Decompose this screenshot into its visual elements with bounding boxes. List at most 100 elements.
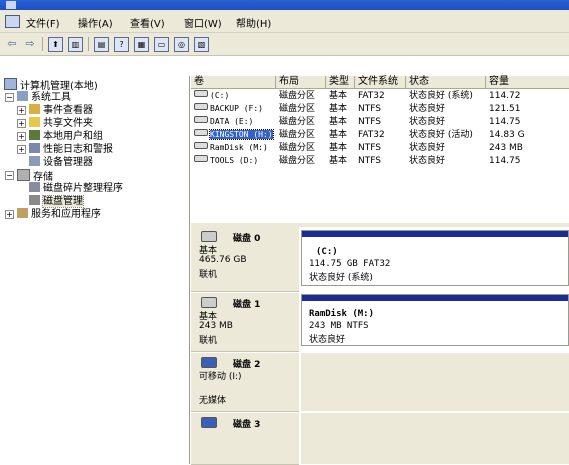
tree-item-event-viewer[interactable]: 事件查看器: [29, 104, 93, 117]
disk-label-3[interactable]: 磁盘 3: [191, 413, 299, 465]
column-header-filesystem[interactable]: 文件系统: [355, 76, 406, 88]
volume-row[interactable]: KINGSTON (H:) 磁盘分区 基本 FAT32 状态良好 (活动) 14…: [191, 129, 569, 141]
tree-item-local-users[interactable]: 本地用户和组: [29, 130, 103, 143]
up-level-icon[interactable]: ⬆: [48, 37, 63, 52]
disk-view-icon[interactable]: ▦: [134, 37, 149, 52]
partition-ramdisk[interactable]: RamDisk (M:) 243 MB NTFS 状态良好: [301, 294, 569, 346]
removable-disk-icon: [201, 417, 217, 428]
menu-help[interactable]: 帮助(H): [236, 15, 271, 30]
tree-item-defrag[interactable]: 磁盘碎片整理程序: [29, 182, 123, 195]
partition-c[interactable]: (C:) 114.75 GB FAT32 状态良好 (系统): [301, 230, 569, 286]
drive-icon: [194, 155, 208, 162]
users-icon: [29, 130, 40, 140]
column-header-volume[interactable]: 卷: [191, 76, 276, 88]
defrag-icon: [29, 182, 40, 192]
volume-row[interactable]: RamDisk (M:) 磁盘分区 基本 NTFS 状态良好 243 MB: [191, 142, 569, 154]
disk-name: 磁盘 1: [233, 300, 261, 310]
volume-row[interactable]: BACKUP (F:) 磁盘分区 基本 NTFS 状态良好 121.51: [191, 103, 569, 115]
toolbar-separator: [42, 37, 43, 51]
computer-management-icon[interactable]: [5, 15, 20, 28]
expand-icon[interactable]: +: [5, 210, 14, 219]
disk-state: 无媒体: [199, 396, 227, 406]
disk-state: 联机: [199, 270, 218, 280]
back-icon[interactable]: ⇦: [4, 36, 20, 52]
drive-icon: [194, 142, 208, 149]
tree-item-shared-folders[interactable]: 共享文件夹: [29, 117, 93, 130]
partition-status: 状态良好: [309, 335, 346, 345]
expand-icon[interactable]: +: [17, 132, 26, 141]
volume-row[interactable]: TOOLS (D:) 磁盘分区 基本 NTFS 状态良好 114.75: [191, 155, 569, 167]
tree-item-device-manager[interactable]: 设备管理器: [29, 156, 93, 169]
tree-pane: 计算机管理(本地) − 系统工具 + 事件查看器 + 共享文件夹 + 本地用户和…: [0, 76, 190, 464]
menu-view[interactable]: 查看(V): [130, 15, 165, 30]
volume-capacity: 114.75: [489, 156, 521, 166]
tree-item-system-tools[interactable]: 系统工具: [17, 91, 71, 104]
shared-folder-icon: [29, 117, 40, 127]
computer-icon: [4, 78, 17, 90]
volume-layout: 磁盘分区: [279, 130, 316, 140]
device-manager-icon: [29, 156, 40, 166]
removable-disk-icon: [201, 357, 217, 368]
disk-label-1[interactable]: 磁盘 1 基本 243 MB 联机: [191, 293, 299, 352]
disk-size: 465.76 GB: [199, 255, 247, 265]
volume-layout: 磁盘分区: [279, 104, 316, 114]
disk-graphic-view: 磁盘 0 基本 465.76 GB 联机 (C:) 114.75 GB FAT3…: [191, 227, 569, 465]
no-media-area: [301, 353, 569, 411]
volume-layout: 磁盘分区: [279, 156, 316, 166]
column-header-status[interactable]: 状态: [406, 76, 486, 88]
volume-filesystem: NTFS: [358, 156, 381, 166]
settings-icon[interactable]: ▧: [194, 37, 209, 52]
disk-size: 243 MB: [199, 321, 233, 331]
expand-icon[interactable]: +: [17, 119, 26, 128]
volume-capacity: 121.51: [489, 104, 521, 114]
volume-name: RamDisk (M:): [210, 143, 268, 152]
volume-name: (C:): [210, 91, 230, 100]
column-header-layout[interactable]: 布局: [276, 76, 326, 88]
tools-icon: [17, 91, 28, 101]
volume-row[interactable]: (C:) 磁盘分区 基本 FAT32 状态良好 (系统) 114.72: [191, 90, 569, 102]
column-header-capacity[interactable]: 容量: [486, 76, 569, 88]
tree-item-disk-management[interactable]: 磁盘管理: [29, 195, 84, 208]
help-icon[interactable]: ?: [114, 37, 129, 52]
volume-capacity: 114.75: [489, 117, 521, 127]
performance-icon: [29, 143, 40, 153]
search-icon[interactable]: ◎: [174, 37, 189, 52]
tree-item-services[interactable]: 服务和应用程序: [17, 208, 101, 221]
volume-capacity: 243 MB: [489, 143, 523, 153]
disk-name: 磁盘 0: [233, 234, 261, 244]
app-icon: [6, 1, 16, 9]
column-header-type[interactable]: 类型: [326, 76, 355, 88]
collapse-icon[interactable]: −: [5, 171, 14, 180]
disk-state: 联机: [199, 336, 218, 346]
disk-label-0[interactable]: 磁盘 0 基本 465.76 GB 联机: [191, 227, 299, 292]
volume-row[interactable]: DATA (E:) 磁盘分区 基本 NTFS 状态良好 114.75: [191, 116, 569, 128]
volume-capacity: 114.72: [489, 91, 521, 101]
menu-window[interactable]: 窗口(W): [184, 15, 222, 30]
volume-status: 状态良好 (活动): [409, 130, 473, 140]
volume-name: TOOLS (D:): [210, 156, 259, 165]
tree-item-perf-logs[interactable]: 性能日志和警报: [29, 143, 113, 156]
properties-icon[interactable]: ▤: [94, 37, 109, 52]
open-folder-icon[interactable]: ▭: [154, 37, 169, 52]
forward-icon[interactable]: ⇨: [22, 36, 38, 52]
partition-info: 114.75 GB FAT32: [309, 259, 391, 269]
expand-icon[interactable]: +: [17, 106, 26, 115]
expand-icon[interactable]: +: [17, 145, 26, 154]
partition-bar: [302, 295, 568, 301]
volume-list: 卷 布局 类型 文件系统 状态 容量 (C:) 磁盘分区 基本 FAT32 状态…: [191, 76, 569, 223]
volume-filesystem: NTFS: [358, 117, 381, 127]
volume-filesystem: NTFS: [358, 143, 381, 153]
menu-file[interactable]: 文件(F): [26, 15, 60, 30]
hard-disk-icon: [201, 231, 217, 242]
partition-status: 状态良好 (系统): [309, 273, 373, 283]
menu-action[interactable]: 操作(A): [78, 15, 113, 30]
show-hide-tree-icon[interactable]: ▥: [68, 37, 83, 52]
disk-name: 磁盘 3: [233, 420, 261, 430]
disk-label-2[interactable]: 磁盘 2 可移动 (I:) 无媒体: [191, 353, 299, 412]
collapse-icon[interactable]: −: [5, 93, 14, 102]
volume-filesystem: FAT32: [358, 91, 385, 101]
volume-layout: 磁盘分区: [279, 117, 316, 127]
title-bar: [0, 0, 569, 10]
volume-name: DATA (E:): [210, 117, 254, 126]
volume-layout: 磁盘分区: [279, 143, 316, 153]
